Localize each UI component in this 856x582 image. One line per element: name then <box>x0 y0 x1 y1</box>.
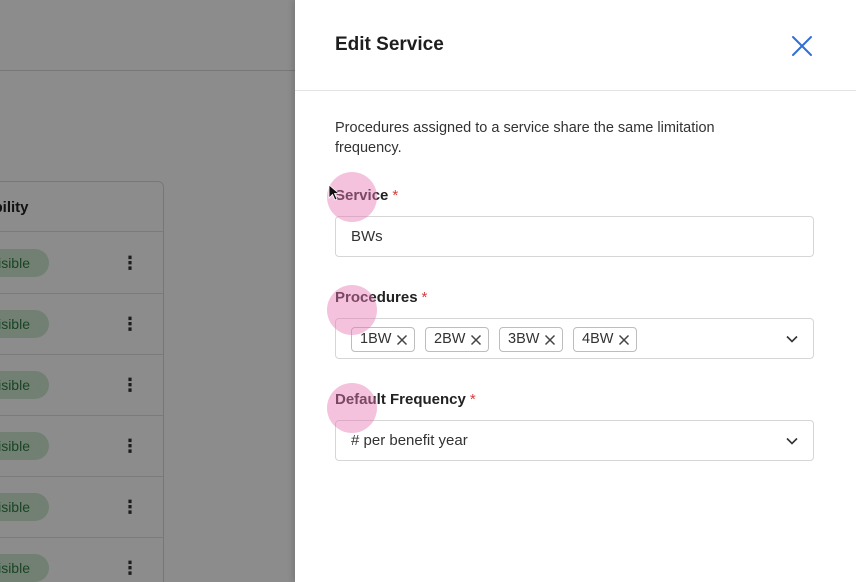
chevron-down-icon[interactable] <box>785 434 799 448</box>
procedure-chip: 2BW <box>425 327 490 352</box>
default-frequency-select[interactable]: # per benefit year <box>335 420 814 461</box>
procedures-multiselect[interactable]: 1BW 2BW 3BW 4BW <box>335 318 814 359</box>
procedure-chip-label: 3BW <box>508 331 540 347</box>
default-frequency-value: # per benefit year <box>351 432 468 449</box>
close-button[interactable] <box>789 33 815 59</box>
mouse-cursor-icon <box>328 184 340 201</box>
drawer-title: Edit Service <box>335 34 444 55</box>
service-input-value: BWs <box>351 228 383 245</box>
procedure-chip-label: 4BW <box>582 331 614 347</box>
procedure-chip: 3BW <box>499 327 564 352</box>
chevron-down-icon[interactable] <box>785 332 799 346</box>
remove-chip-icon[interactable] <box>470 334 482 346</box>
drawer-header: Edit Service <box>295 0 856 91</box>
required-mark: * <box>421 289 428 306</box>
required-mark: * <box>469 391 476 408</box>
click-highlight <box>327 383 377 433</box>
click-highlight <box>327 285 377 335</box>
remove-chip-icon[interactable] <box>544 334 556 346</box>
service-input[interactable]: BWs <box>335 216 814 257</box>
close-icon <box>792 36 812 56</box>
remove-chip-icon[interactable] <box>618 334 630 346</box>
procedure-chip-label: 2BW <box>434 331 466 347</box>
drawer-description: Procedures assigned to a service share t… <box>335 120 715 156</box>
procedure-chip: 4BW <box>573 327 638 352</box>
remove-chip-icon[interactable] <box>396 334 408 346</box>
edit-service-drawer: Edit Service Procedures assigned to a se… <box>295 0 856 582</box>
required-mark: * <box>392 187 399 204</box>
